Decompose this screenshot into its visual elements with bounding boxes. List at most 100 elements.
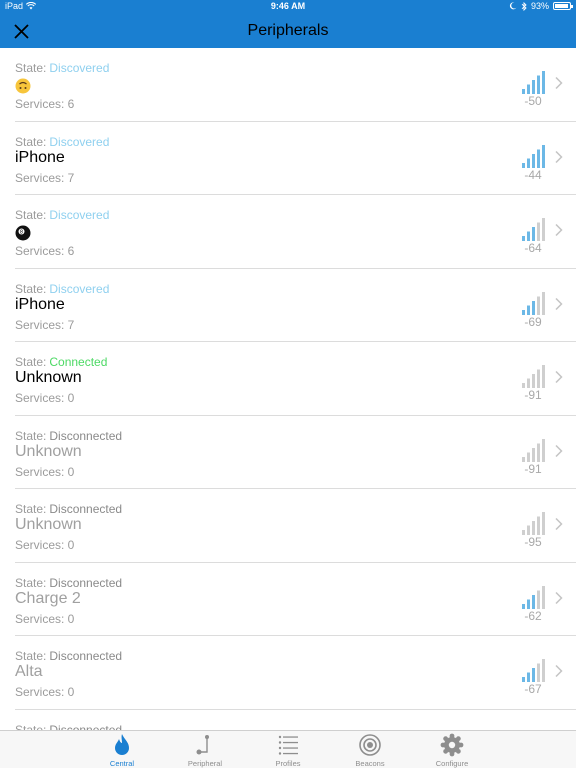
state-label: State: [15, 355, 47, 369]
chevron-right-icon[interactable] [554, 591, 564, 605]
signal-bar [532, 668, 535, 682]
signal-bar [532, 447, 535, 462]
state-line: State: Disconnected [15, 723, 122, 731]
services-line: Services: 0 [15, 611, 75, 626]
tab-configure[interactable]: Configure [422, 733, 482, 768]
services-line: Services: 0 [15, 685, 75, 699]
signal-bar [532, 374, 535, 388]
state-line: State: Discovered [15, 208, 109, 222]
state-label: State: [15, 502, 47, 516]
rssi-value: -50 [524, 94, 542, 108]
peripheral-name [15, 77, 31, 95]
state-line: State: Disconnected [15, 576, 122, 590]
tab-beacons[interactable]: Beacons [340, 733, 400, 768]
signal-bar [537, 149, 540, 168]
signal-bar [532, 521, 535, 535]
state-label: State: [15, 281, 47, 296]
state-value: Discovered [49, 281, 110, 296]
signal-bar [532, 153, 535, 168]
state-label: State: [15, 649, 47, 663]
signal-bar [537, 443, 540, 462]
peripheral-name: Unknown [15, 516, 82, 533]
signal-bar [542, 365, 545, 388]
peripheral-row[interactable]: State: Connected Unknown Services: 0 -91 [15, 342, 576, 416]
tab-profiles[interactable]: Profiles [258, 733, 318, 768]
svg-text:8: 8 [20, 229, 23, 235]
signal-bar [542, 218, 545, 241]
peripheral-row[interactable]: State: Disconnected Alta Services: 0 -67 [15, 636, 576, 710]
peripheral-list[interactable]: State: Discovered Services: 6 -50 State: Disc… [0, 48, 576, 730]
services-line: Services: 0 [15, 464, 75, 479]
rssi-value: -64 [524, 241, 542, 255]
peripheral-row[interactable]: State: Discovered Services: 6 -50 [15, 48, 576, 122]
state-label: State: [15, 722, 47, 731]
rssi-value: -69 [524, 314, 542, 329]
state-line: State: Discovered [15, 61, 109, 75]
battery-icon [553, 2, 573, 10]
peripheral-row[interactable]: State: Discovered iPhone Services: 7 -44 [15, 122, 576, 195]
bluetooth-icon [521, 1, 527, 11]
peripheral-name: Alta [15, 663, 43, 680]
services-line: Services: 7 [15, 317, 75, 332]
signal-bar [542, 291, 545, 315]
signal-bar [527, 231, 530, 241]
rssi-value: -62 [524, 608, 542, 623]
chevron-right-icon[interactable] [554, 370, 564, 384]
services-line: Services: 0 [15, 391, 75, 405]
chevron-right-icon[interactable] [554, 444, 564, 458]
peripheral-icon [196, 735, 209, 755]
signal-bar [527, 305, 530, 315]
peripheral-row[interactable]: State: Disconnected Charge 2 Services: 0 -62 [15, 563, 576, 636]
peripheral-row[interactable]: State: Discovered iPhone Services: 7 -69 [15, 269, 576, 342]
signal-bar [532, 227, 535, 241]
peripheral-row[interactable]: State: Disconnected [15, 710, 576, 731]
chevron-right-icon[interactable] [554, 297, 564, 311]
status-time: 9:46 AM [270, 1, 306, 11]
state-value: Discovered [49, 208, 110, 222]
tab-label: Peripheral [187, 759, 223, 768]
signal-bar [527, 452, 530, 462]
signal-bar [542, 659, 545, 682]
signal-strength-icon [522, 365, 545, 388]
signal-bar [542, 438, 545, 462]
battery-percent: 93% [530, 1, 549, 11]
upside-down-face-emoji-icon [15, 78, 31, 94]
chevron-right-icon[interactable] [554, 517, 564, 531]
status-bar: iPad 9:46 AM 93% [0, 0, 576, 14]
peripheral-name: iPhone [15, 295, 65, 313]
signal-bar [532, 594, 535, 609]
peripheral-name: 8 [15, 224, 31, 242]
peripheral-row[interactable]: State: Disconnected Unknown Services: 0 -91 [15, 416, 576, 489]
peripheral-name: Charge 2 [15, 589, 81, 607]
signal-strength-icon [522, 659, 545, 682]
tab-label: Central [109, 759, 135, 768]
signal-bar [537, 663, 540, 682]
tab-peripheral[interactable]: Peripheral [175, 733, 235, 768]
state-line: State: Disconnected [15, 649, 122, 663]
tab-central[interactable]: Central [92, 733, 152, 768]
state-label: State: [15, 428, 47, 443]
peripheral-name: Unknown [15, 369, 82, 386]
chevron-right-icon[interactable] [554, 76, 564, 90]
moon-icon [509, 2, 517, 10]
chevron-right-icon[interactable] [554, 664, 564, 678]
signal-strength-icon [522, 71, 545, 94]
signal-bar [542, 512, 545, 535]
signal-bar [537, 222, 540, 241]
state-label: State: [15, 575, 47, 590]
services-line: Services: 6 [15, 244, 75, 258]
rssi-value: -91 [524, 461, 542, 476]
list-icon [278, 735, 298, 755]
signal-bar [527, 84, 530, 94]
state-value: Disconnected [49, 722, 123, 731]
page-title: Peripherals [247, 22, 329, 39]
state-value: Discovered [49, 134, 110, 149]
peripheral-row[interactable]: State: Discovered 8 Services: 6 -64 [15, 195, 576, 269]
rssi-value: -67 [524, 682, 542, 696]
signal-bar [537, 296, 540, 315]
nav-bar: Peripherals [0, 14, 576, 48]
chevron-right-icon[interactable] [554, 223, 564, 237]
chevron-right-icon[interactable] [554, 150, 564, 164]
peripheral-row[interactable]: State: Disconnected Unknown Services: 0 -95 [15, 489, 576, 563]
signal-bar [527, 599, 530, 609]
